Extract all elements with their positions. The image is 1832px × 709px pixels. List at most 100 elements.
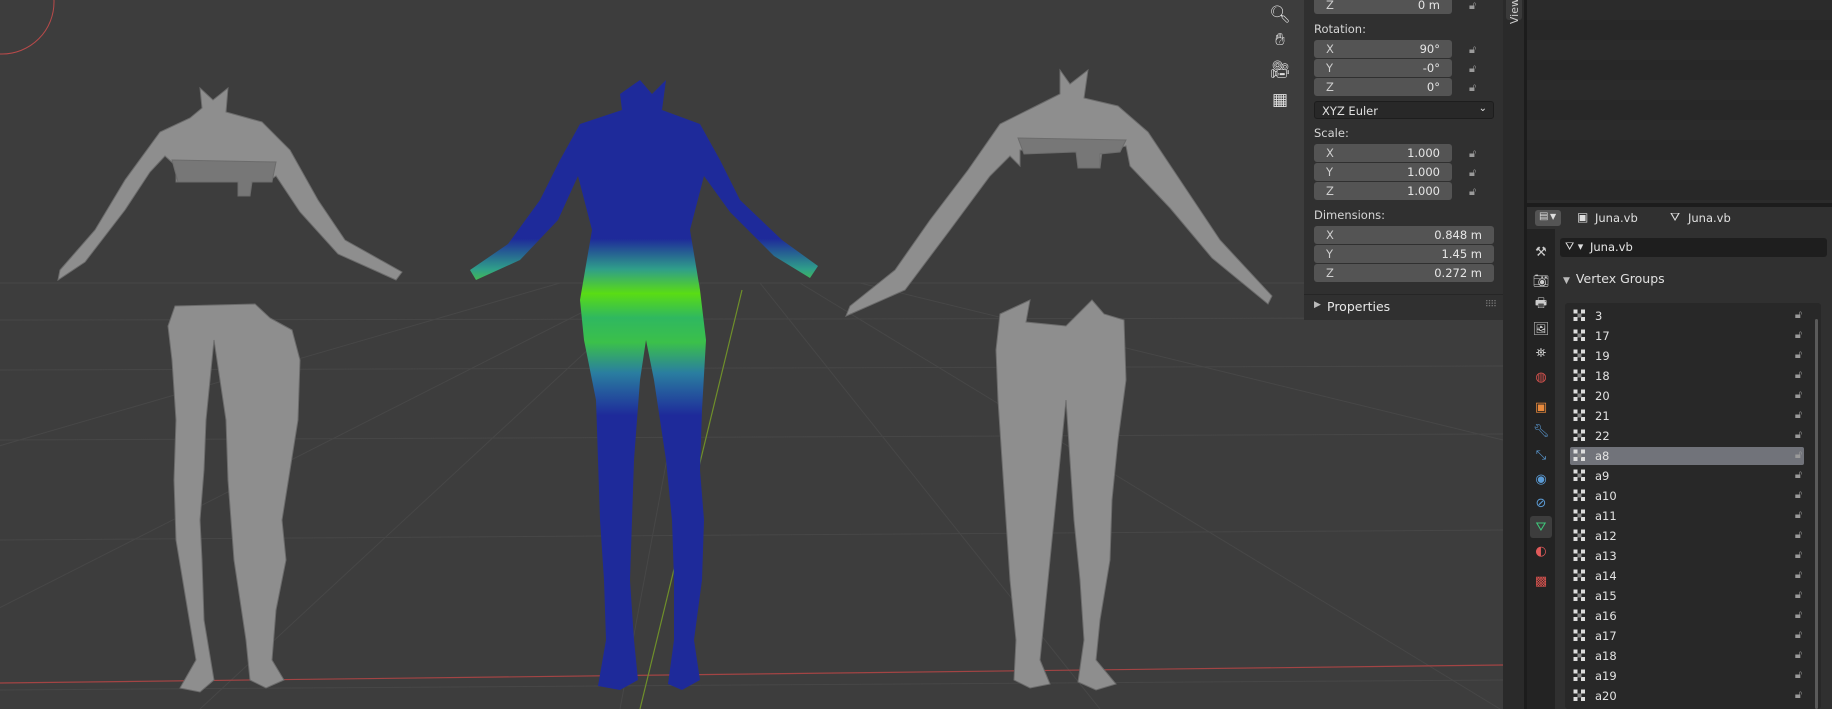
- vertex-group-name: a11: [1595, 509, 1617, 523]
- vertex-group-row[interactable]: a15 🔓︎: [1570, 587, 1804, 605]
- vertex-group-row[interactable]: a12 🔓︎: [1570, 527, 1804, 545]
- constraints-icon[interactable]: ⊘: [1530, 492, 1552, 514]
- location-z-field[interactable]: Z 0 m: [1314, 0, 1452, 14]
- world-icon[interactable]: ◍: [1530, 366, 1552, 388]
- particles-icon[interactable]: ⤡: [1530, 444, 1552, 466]
- properties-panel-header[interactable]: ▶ Properties ⠿⠿: [1304, 294, 1503, 319]
- vertex-group-icon: [1573, 389, 1585, 401]
- axis-label: Y: [1326, 61, 1334, 75]
- mesh-data-icon[interactable]: ⛛: [1530, 516, 1552, 538]
- editor-type-button[interactable]: ▤ ▼: [1535, 210, 1561, 226]
- lock-icon[interactable]: 🔓︎: [1795, 488, 1802, 502]
- rotation-y-field[interactable]: Y -0°: [1314, 59, 1452, 77]
- lock-icon[interactable]: 🔓︎: [1795, 468, 1802, 482]
- scale-z-field[interactable]: Z 1.000: [1314, 182, 1452, 200]
- lock-icon[interactable]: 🔓︎: [1795, 568, 1802, 582]
- vertex-group-row[interactable]: 20 🔓︎: [1570, 387, 1804, 405]
- vertex-group-row[interactable]: a14 🔓︎: [1570, 567, 1804, 585]
- outliner[interactable]: [1527, 0, 1832, 203]
- mesh-icon: ⛛ ▾: [1565, 240, 1584, 253]
- vertex-group-row[interactable]: a20 🔓︎: [1570, 687, 1804, 705]
- lock-icon[interactable]: 🔓︎: [1795, 428, 1802, 442]
- lock-icon[interactable]: 🔓︎: [1795, 328, 1802, 342]
- lock-icon[interactable]: 🔓︎: [1795, 528, 1802, 542]
- mesh-data-name: Juna.vb: [1590, 240, 1633, 254]
- lock-icon[interactable]: 🔓︎: [1795, 628, 1802, 642]
- vertex-group-row[interactable]: 19 🔓︎: [1570, 347, 1804, 365]
- vertex-group-row[interactable]: a8 🔓︎: [1570, 447, 1804, 465]
- lock-icon[interactable]: 🔓︎: [1469, 147, 1485, 161]
- lock-icon[interactable]: 🔓︎: [1469, 0, 1485, 13]
- vertex-group-row[interactable]: a18 🔓︎: [1570, 647, 1804, 665]
- hand-icon[interactable]: ✋︎: [1265, 25, 1295, 55]
- scale-y-field[interactable]: Y 1.000: [1314, 163, 1452, 181]
- lock-icon[interactable]: 🔓︎: [1795, 408, 1802, 422]
- vertex-group-icon: [1573, 629, 1585, 641]
- lock-icon[interactable]: 🔓︎: [1795, 348, 1802, 362]
- vertex-group-row[interactable]: 3 🔓︎: [1570, 307, 1804, 325]
- lock-icon[interactable]: 🔓︎: [1795, 608, 1802, 622]
- dimension-z-field[interactable]: Z 0.272 m: [1314, 264, 1494, 282]
- vertex-group-row[interactable]: a13 🔓︎: [1570, 547, 1804, 565]
- texture-icon[interactable]: ▩: [1530, 570, 1552, 592]
- vertex-group-row[interactable]: 17 🔓︎: [1570, 327, 1804, 345]
- lock-icon[interactable]: 🔓︎: [1469, 62, 1485, 76]
- vertex-group-row[interactable]: a10 🔓︎: [1570, 487, 1804, 505]
- tool-icon[interactable]: ⚒: [1530, 241, 1552, 263]
- axis-label: Z: [1326, 80, 1334, 94]
- vertex-group-name: a13: [1595, 549, 1617, 563]
- lock-icon[interactable]: 🔓︎: [1795, 308, 1802, 322]
- lock-icon[interactable]: 🔓︎: [1469, 166, 1485, 180]
- dimension-x-field[interactable]: X 0.848 m: [1314, 226, 1494, 244]
- rotation-x-field[interactable]: X 90°: [1314, 40, 1452, 58]
- vertex-group-row[interactable]: a16 🔓︎: [1570, 607, 1804, 625]
- object-properties-icon[interactable]: ▣: [1530, 396, 1552, 418]
- lock-icon[interactable]: 🔓︎: [1795, 648, 1802, 662]
- vertex-group-row[interactable]: 21 🔓︎: [1570, 407, 1804, 425]
- lock-icon[interactable]: 🔓︎: [1795, 508, 1802, 522]
- 3d-viewport[interactable]: 🔍︎ ✋︎ 🎥︎ ▦: [0, 0, 1503, 709]
- vertex-groups-header[interactable]: ▼ Vertex Groups: [1563, 271, 1665, 286]
- lock-icon[interactable]: 🔓︎: [1795, 548, 1802, 562]
- lock-icon[interactable]: 🔓︎: [1469, 43, 1485, 57]
- lock-icon[interactable]: 🔓︎: [1795, 388, 1802, 402]
- vertex-group-row[interactable]: a19 🔓︎: [1570, 667, 1804, 685]
- field-value: 0°: [1426, 80, 1440, 94]
- render-icon[interactable]: 📷︎: [1530, 270, 1552, 292]
- vertex-group-row[interactable]: 18 🔓︎: [1570, 367, 1804, 385]
- scale-x-field[interactable]: X 1.000: [1314, 144, 1452, 162]
- drag-grip-icon[interactable]: ⠿⠿: [1485, 300, 1497, 310]
- vertex-groups-scrollbar[interactable]: [1815, 319, 1818, 709]
- chevron-right-icon: ▶: [1314, 300, 1321, 310]
- physics-icon[interactable]: ◉: [1530, 468, 1552, 490]
- rotation-z-field[interactable]: Z 0°: [1314, 78, 1452, 96]
- grid-icon[interactable]: ▦: [1265, 85, 1295, 115]
- tab-view[interactable]: View: [1506, 0, 1522, 24]
- mesh-data-name-field[interactable]: ⛛ ▾ Juna.vb: [1560, 238, 1827, 257]
- lock-icon[interactable]: 🔓︎: [1795, 448, 1802, 462]
- vertex-group-row[interactable]: 22 🔓︎: [1570, 427, 1804, 445]
- modifier-icon[interactable]: 🔧︎: [1530, 420, 1552, 442]
- rotation-mode-dropdown[interactable]: XYZ Euler ⌄: [1314, 101, 1494, 119]
- object-name[interactable]: Juna.vb: [1595, 211, 1638, 225]
- vertex-group-name: a19: [1595, 669, 1617, 683]
- vertex-group-row[interactable]: a17 🔓︎: [1570, 627, 1804, 645]
- lock-icon[interactable]: 🔓︎: [1795, 668, 1802, 682]
- lock-icon[interactable]: 🔓︎: [1469, 81, 1485, 95]
- lock-icon[interactable]: 🔓︎: [1795, 368, 1802, 382]
- vertex-group-icon: [1573, 529, 1585, 541]
- output-icon[interactable]: 🖶︎: [1530, 294, 1552, 316]
- dimension-y-field[interactable]: Y 1.45 m: [1314, 245, 1494, 263]
- scene-icon[interactable]: ⛯: [1530, 342, 1552, 364]
- lock-icon[interactable]: 🔓︎: [1795, 688, 1802, 702]
- view-layer-icon[interactable]: 🖼︎: [1530, 318, 1552, 340]
- vertex-group-row[interactable]: a9 🔓︎: [1570, 467, 1804, 485]
- vertex-group-row[interactable]: a11 🔓︎: [1570, 507, 1804, 525]
- vertex-group-icon: [1573, 549, 1585, 561]
- mesh-name[interactable]: Juna.vb: [1688, 211, 1731, 225]
- material-icon[interactable]: ◐: [1530, 540, 1552, 562]
- vertex-groups-list[interactable]: 3 🔓︎ 17 🔓︎ 19 🔓︎ 18 🔓︎ 20 🔓︎ 21 🔓︎ 22 🔓︎ a8 🔓︎ a9 🔓︎ a10 🔓︎…: [1565, 303, 1821, 709]
- lock-icon[interactable]: 🔓︎: [1795, 588, 1802, 602]
- camera-icon[interactable]: 🎥︎: [1265, 55, 1295, 85]
- lock-icon[interactable]: 🔓︎: [1469, 185, 1485, 199]
